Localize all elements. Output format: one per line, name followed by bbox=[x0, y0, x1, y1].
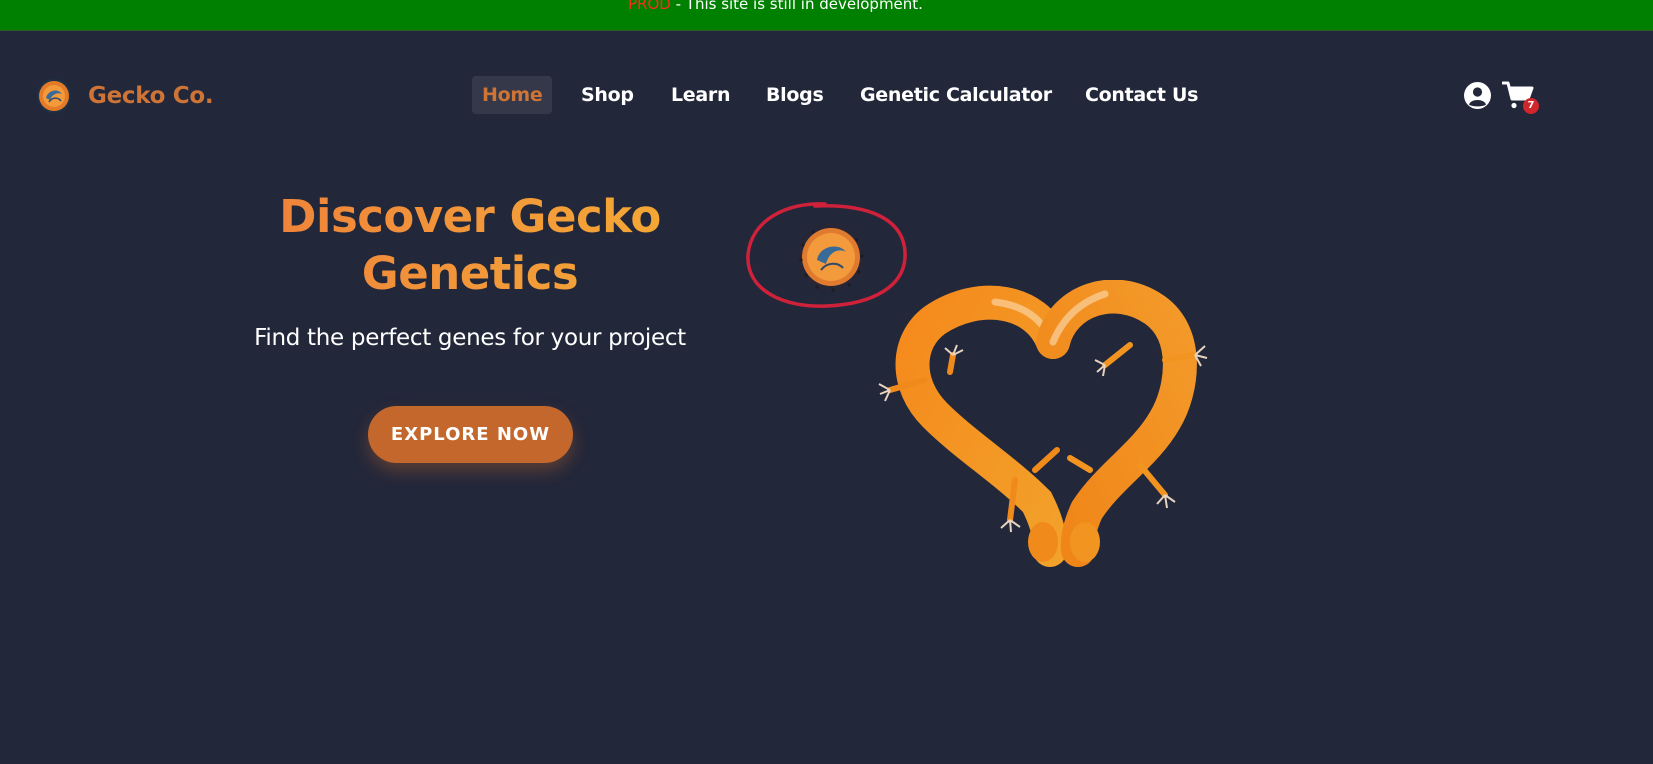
dev-banner: PROD - This site is still in development… bbox=[0, 0, 1653, 31]
dev-banner-message: - This site is still in development. bbox=[670, 0, 923, 13]
gecko-heart-image bbox=[878, 280, 1208, 567]
hero-subtitle: Find the perfect genes for your project bbox=[254, 325, 686, 351]
nav-blogs[interactable]: Blogs bbox=[766, 76, 824, 114]
cart-count-badge: 7 bbox=[1523, 98, 1539, 114]
nav-home[interactable]: Home bbox=[472, 76, 553, 114]
nav-contact-us[interactable]: Contact Us bbox=[1085, 76, 1198, 114]
small-gecko-logo-icon bbox=[798, 224, 864, 292]
hero-title-line-2: Genetics bbox=[361, 247, 579, 300]
brand[interactable]: Gecko Co. bbox=[36, 78, 214, 114]
nav-genetic-calculator[interactable]: Genetic Calculator bbox=[860, 76, 1052, 114]
nav-learn[interactable]: Learn bbox=[671, 76, 731, 114]
right-gecko bbox=[1036, 280, 1208, 567]
cart-button[interactable]: 7 bbox=[1502, 80, 1540, 114]
environment-label: PROD bbox=[628, 0, 671, 13]
account-icon[interactable] bbox=[1463, 81, 1492, 110]
explore-now-button[interactable]: EXPLORE NOW bbox=[368, 406, 573, 463]
brand-name: Gecko Co. bbox=[88, 83, 214, 109]
nav-shop[interactable]: Shop bbox=[581, 76, 634, 114]
hero-title-line-1: Discover Gecko bbox=[279, 190, 661, 243]
left-gecko bbox=[878, 285, 1070, 567]
brand-logo-icon bbox=[37, 79, 71, 113]
dev-banner-text: PROD - This site is still in development… bbox=[628, 0, 923, 13]
hero-title: Discover Gecko Genetics bbox=[220, 188, 720, 302]
